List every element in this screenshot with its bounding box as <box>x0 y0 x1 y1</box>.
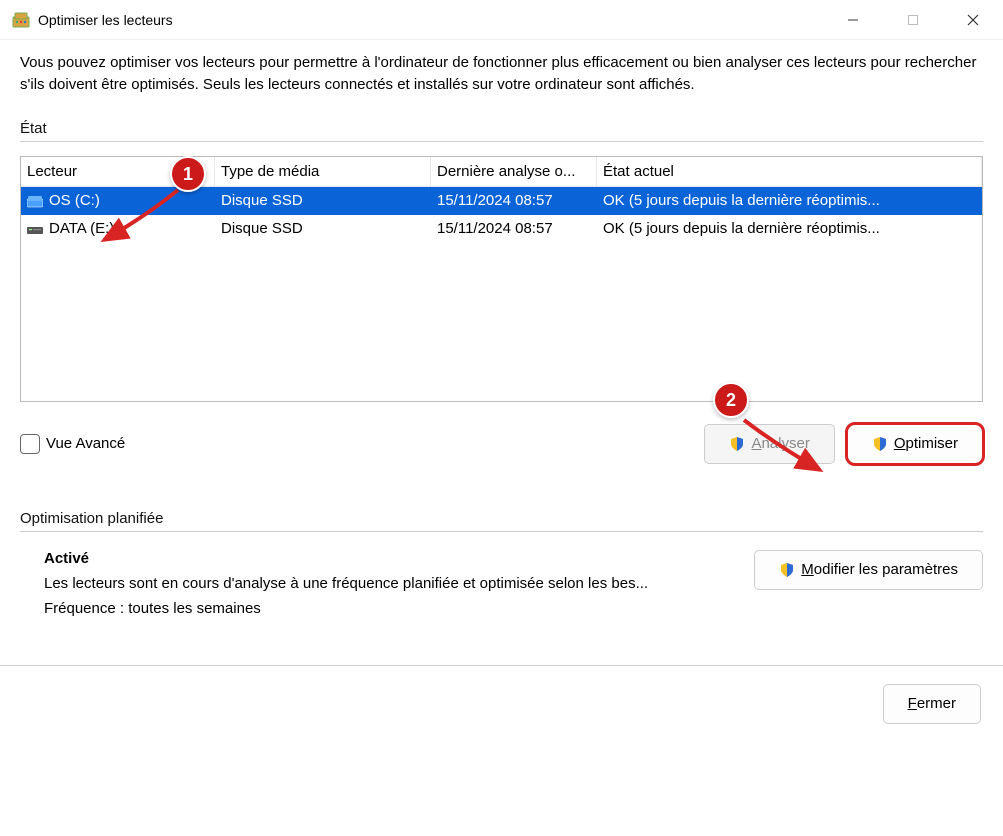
table-row[interactable]: DATA (E:) Disque SSD 15/11/2024 08:57 OK… <box>21 215 982 243</box>
drive-icon <box>27 195 43 207</box>
optimize-label: Optimiser <box>894 435 958 452</box>
close-label: Fermer <box>908 695 956 712</box>
maximize-button[interactable] <box>883 0 943 39</box>
shield-icon <box>729 436 745 452</box>
drive-name: DATA (E:) <box>49 220 114 237</box>
drive-state: OK (5 jours depuis la dernière réoptimis… <box>597 192 982 209</box>
advanced-view-label: Vue Avancé <box>46 435 125 452</box>
shield-icon <box>872 436 888 452</box>
optimize-button[interactable]: Optimiser <box>847 424 983 464</box>
divider <box>20 531 983 532</box>
drive-icon <box>27 223 43 235</box>
analyze-label: Analyser <box>751 435 809 452</box>
drive-media: Disque SSD <box>215 220 431 237</box>
scheduled-line2: Fréquence : toutes les semaines <box>44 600 738 617</box>
col-last[interactable]: Dernière analyse o... <box>431 157 597 187</box>
scheduled-line1: Les lecteurs sont en cours d'analyse à u… <box>44 575 738 592</box>
close-dialog-button[interactable]: Fermer <box>883 684 981 724</box>
scheduled-section-label: Optimisation planifiée <box>20 510 983 527</box>
modify-label: Modifier les paramètres <box>801 561 958 578</box>
list-header: Lecteur Type de média Dernière analyse o… <box>21 157 982 187</box>
drive-state: OK (5 jours depuis la dernière réoptimis… <box>597 220 982 237</box>
scheduled-on-label: Activé <box>44 550 738 567</box>
intro-text: Vous pouvez optimiser vos lecteurs pour … <box>20 52 983 96</box>
analyze-button[interactable]: Analyser <box>704 424 834 464</box>
checkbox-icon <box>20 434 40 454</box>
drive-last: 15/11/2024 08:57 <box>431 220 597 237</box>
shield-icon <box>779 562 795 578</box>
col-state[interactable]: État actuel <box>597 157 982 187</box>
close-button[interactable] <box>943 0 1003 39</box>
titlebar: Optimiser les lecteurs <box>0 0 1003 40</box>
table-row[interactable]: OS (C:) Disque SSD 15/11/2024 08:57 OK (… <box>21 187 982 215</box>
col-media[interactable]: Type de média <box>215 157 431 187</box>
window-title: Optimiser les lecteurs <box>38 12 173 28</box>
app-icon <box>12 11 30 29</box>
divider <box>20 141 983 142</box>
drive-name: OS (C:) <box>49 192 100 209</box>
modify-settings-button[interactable]: Modifier les paramètres <box>754 550 983 590</box>
drive-last: 15/11/2024 08:57 <box>431 192 597 209</box>
annotation-callout-2: 2 <box>713 382 749 418</box>
drive-media: Disque SSD <box>215 192 431 209</box>
status-section-label: État <box>20 120 983 137</box>
minimize-button[interactable] <box>823 0 883 39</box>
advanced-view-checkbox[interactable]: Vue Avancé <box>20 434 125 454</box>
drive-list[interactable]: Lecteur Type de média Dernière analyse o… <box>20 156 983 402</box>
annotation-callout-1: 1 <box>170 156 206 192</box>
